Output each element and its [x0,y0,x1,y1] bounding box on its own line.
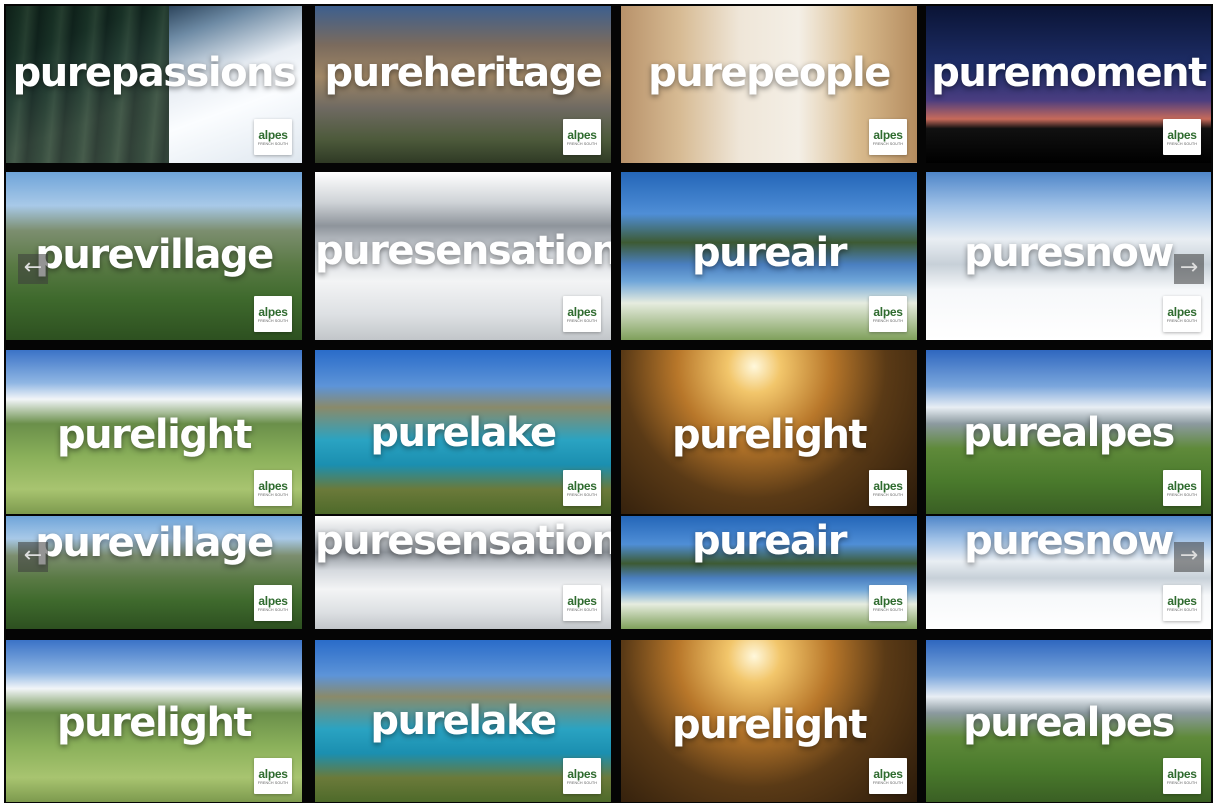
prev-arrow-icon[interactable]: ← [18,254,48,284]
alpes-logo: alpes French South [869,470,907,506]
image-grid: purepassions alpes French South pureherit… [4,4,1213,803]
alpes-logo: alpes French South [869,119,907,155]
alpes-logo: alpes French South [563,758,601,794]
tile: puremoment alpes French South [926,6,1211,163]
tile-title: purelight [56,412,253,458]
alpes-logo: alpes French South [254,758,292,794]
tile-title: purelake [370,698,557,744]
tile: puresensation alpes French South [315,172,611,340]
tile-title: purelight [671,702,868,748]
alpes-logo: alpes French South [1163,296,1201,332]
tile-title: purealpes [963,700,1175,746]
tile-title: purepeople [648,50,891,96]
alpes-logo: alpes French South [254,585,292,621]
tile: purevillage alpes French South [6,516,302,629]
tile-title: purelight [671,412,868,458]
tile-title: purelight [56,700,253,746]
tile-title: puresnow [964,230,1174,276]
alpes-logo: alpes French South [869,758,907,794]
tile: purevillage alpes French South [6,172,302,340]
next-arrow-icon[interactable]: → [1174,254,1204,284]
tile: puresnow alpes French South [926,516,1211,629]
tile: purealpes alpes French South [926,350,1211,514]
tile-title: pureair [692,518,847,564]
alpes-logo: alpes French South [254,119,292,155]
tile-title: pureair [692,230,847,276]
tile-title: purealpes [963,410,1175,456]
alpes-logo: alpes French South [563,296,601,332]
tile-title: puresnow [964,518,1174,564]
tile-title: puresensation [315,228,611,274]
alpes-logo: alpes French South [1163,470,1201,506]
alpes-logo: alpes French South [1163,119,1201,155]
tile-title: pureheritage [324,50,603,96]
tile: purelight alpes French South [621,350,917,514]
tile-title: purelake [370,410,557,456]
tile: purelake alpes French South [315,350,611,514]
tile-title: puremoment [931,50,1207,96]
tile: purealpes alpes French South [926,640,1211,802]
alpes-logo: alpes French South [1163,758,1201,794]
alpes-logo: alpes French South [254,296,292,332]
tile: puresnow alpes French South [926,172,1211,340]
alpes-logo: alpes French South [254,470,292,506]
tile: purelight alpes French South [621,640,917,802]
alpes-logo: alpes French South [1163,585,1201,621]
alpes-logo: alpes French South [869,585,907,621]
next-arrow-icon[interactable]: → [1174,542,1204,572]
tile: purepeople alpes French South [621,6,917,163]
tile-title: purevillage [35,520,274,566]
alpes-logo: alpes French South [563,470,601,506]
alpes-logo: alpes French South [869,296,907,332]
tile: purelight alpes French South [6,350,302,514]
tile: pureheritage alpes French South [315,6,611,163]
tile: pureair alpes French South [621,516,917,629]
alpes-logo: alpes French South [563,585,601,621]
tile-title: purevillage [35,232,274,278]
alpes-logo: alpes French South [563,119,601,155]
tile: purepassions alpes French South [6,6,302,163]
tile: purelight alpes French South [6,640,302,802]
tile: purelake alpes French South [315,640,611,802]
tile-title: puresensation [315,518,611,564]
tile: pureair alpes French South [621,172,917,340]
prev-arrow-icon[interactable]: ← [18,542,48,572]
tile: puresensation alpes French South [315,516,611,629]
tile-title: purepassions [12,50,297,96]
